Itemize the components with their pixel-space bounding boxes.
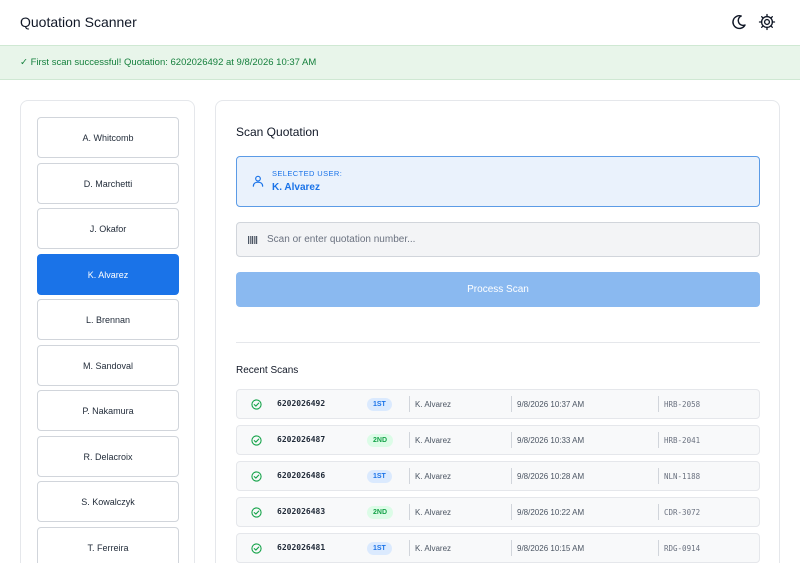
quotation-number: 6202026486	[277, 471, 326, 480]
check-circle-icon	[251, 471, 262, 482]
check-circle-icon	[251, 543, 262, 554]
user-icon	[252, 175, 264, 187]
scan-user: K. Alvarez	[415, 544, 452, 553]
gear-icon[interactable]	[758, 13, 776, 31]
scan-user: K. Alvarez	[415, 436, 452, 445]
scan-user: K. Alvarez	[415, 472, 452, 481]
scan-user: K. Alvarez	[415, 508, 452, 517]
scan-input-container	[236, 222, 760, 257]
user-button-selected[interactable]: K. Alvarez	[37, 254, 179, 295]
column-divider	[658, 468, 659, 484]
quotation-number: 6202026483	[277, 507, 326, 516]
banner-message: ✓ First scan successful! Quotation: 6202…	[20, 57, 317, 68]
user-sidebar: A. Whitcomb D. Marchetti J. Okafor K. Al…	[20, 100, 195, 563]
barcode-icon	[248, 236, 258, 244]
quotation-number: 6202026487	[277, 435, 326, 444]
column-divider	[409, 504, 410, 520]
column-divider	[658, 432, 659, 448]
selected-user-label: SELECTED USER:	[272, 169, 343, 178]
scan-count-badge: 1ST	[367, 542, 392, 555]
user-button[interactable]: L. Brennan	[37, 299, 179, 340]
scan-timestamp: 9/8/2026 10:33 AM	[517, 436, 585, 445]
column-divider	[658, 396, 659, 412]
app-title: Quotation Scanner	[20, 14, 137, 30]
column-divider	[658, 504, 659, 520]
user-button[interactable]: J. Okafor	[37, 208, 179, 249]
column-divider	[409, 432, 410, 448]
location-code: HRB-2058	[664, 400, 701, 409]
column-divider	[511, 504, 512, 520]
location-code: HRB-2041	[664, 436, 701, 445]
check-circle-icon	[251, 507, 262, 518]
check-circle-icon	[251, 435, 262, 446]
scan-panel: Scan Quotation SELECTED USER: K. Alvarez…	[215, 100, 780, 563]
user-button[interactable]: A. Whitcomb	[37, 117, 179, 158]
scan-count-badge: 2ND	[367, 434, 394, 447]
quotation-number: 6202026492	[277, 399, 326, 408]
scan-timestamp: 9/8/2026 10:28 AM	[517, 472, 585, 481]
column-divider	[511, 396, 512, 412]
user-button[interactable]: D. Marchetti	[37, 163, 179, 204]
user-button[interactable]: S. Kowalczyk	[37, 481, 179, 522]
scan-timestamp: 9/8/2026 10:15 AM	[517, 544, 585, 553]
scan-count-badge: 1ST	[367, 470, 392, 483]
selected-user-name: K. Alvarez	[272, 182, 320, 193]
process-scan-button[interactable]: Process Scan	[236, 272, 760, 307]
app-header: Quotation Scanner	[0, 0, 800, 45]
scan-row[interactable]: 6202026481 1ST K. Alvarez 9/8/2026 10:15…	[236, 533, 760, 563]
scan-user: K. Alvarez	[415, 400, 452, 409]
location-code: CDR-3072	[664, 508, 701, 517]
column-divider	[409, 540, 410, 556]
success-banner: ✓ First scan successful! Quotation: 6202…	[0, 45, 800, 80]
quotation-number: 6202026481	[277, 543, 326, 552]
location-code: NLN-1188	[664, 472, 701, 481]
moon-icon[interactable]	[730, 13, 748, 31]
user-button[interactable]: P. Nakamura	[37, 390, 179, 431]
column-divider	[511, 468, 512, 484]
column-divider	[409, 396, 410, 412]
scan-title: Scan Quotation	[236, 125, 319, 139]
column-divider	[511, 540, 512, 556]
scan-count-badge: 1ST	[367, 398, 392, 411]
scan-row[interactable]: 6202026492 1ST K. Alvarez 9/8/2026 10:37…	[236, 389, 760, 419]
user-button[interactable]: T. Ferreira	[37, 527, 179, 563]
column-divider	[658, 540, 659, 556]
recent-scans-title: Recent Scans	[236, 365, 299, 376]
check-circle-icon	[251, 399, 262, 410]
scan-timestamp: 9/8/2026 10:37 AM	[517, 400, 585, 409]
user-button[interactable]: M. Sandoval	[37, 345, 179, 386]
user-button[interactable]: R. Delacroix	[37, 436, 179, 477]
column-divider	[511, 432, 512, 448]
scan-count-badge: 2ND	[367, 506, 394, 519]
scan-row[interactable]: 6202026483 2ND K. Alvarez 9/8/2026 10:22…	[236, 497, 760, 527]
scan-row[interactable]: 6202026487 2ND K. Alvarez 9/8/2026 10:33…	[236, 425, 760, 455]
scan-input[interactable]	[267, 223, 747, 256]
column-divider	[409, 468, 410, 484]
scan-row[interactable]: 6202026486 1ST K. Alvarez 9/8/2026 10:28…	[236, 461, 760, 491]
selected-user-box: SELECTED USER: K. Alvarez	[236, 156, 760, 207]
location-code: RDG-0914	[664, 544, 701, 553]
divider	[236, 342, 760, 343]
scan-timestamp: 9/8/2026 10:22 AM	[517, 508, 585, 517]
